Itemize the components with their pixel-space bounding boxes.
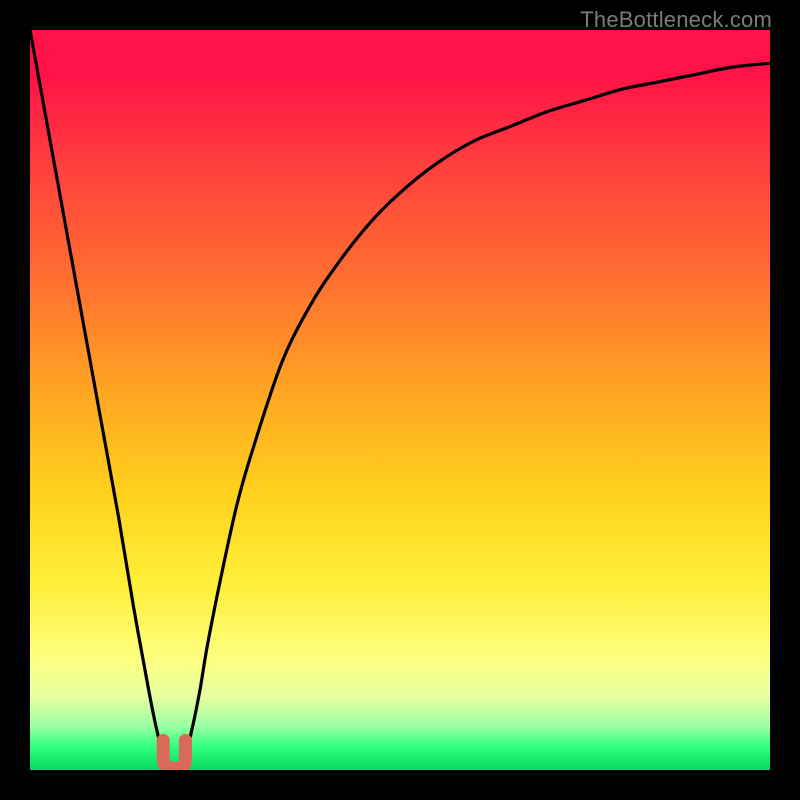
trough-marker bbox=[163, 740, 185, 768]
bottleneck-curve bbox=[30, 30, 770, 770]
plot-area bbox=[30, 30, 770, 770]
chart-frame: TheBottleneck.com bbox=[0, 0, 800, 800]
curve-layer bbox=[30, 30, 770, 770]
